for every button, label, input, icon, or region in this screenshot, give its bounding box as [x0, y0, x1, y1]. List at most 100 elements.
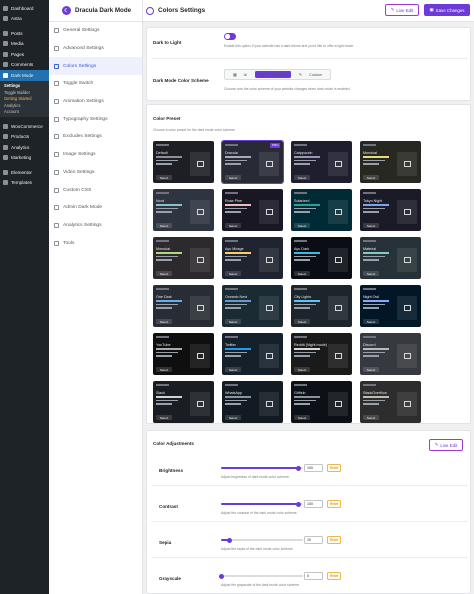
preset-select-button[interactable]: Select	[225, 415, 241, 420]
plugin-nav-animation-settings[interactable]: Animation Settings	[49, 93, 142, 111]
preset-card[interactable]: Night Owl Select	[360, 285, 421, 327]
plugin-nav-image-settings[interactable]: Image Settings	[49, 146, 142, 164]
adjustment-value-input[interactable]: 100	[304, 464, 323, 472]
plugin-nav-colors-settings[interactable]: Colors Settings	[49, 57, 142, 76]
preset-select-button[interactable]: Select	[363, 319, 379, 324]
wp-menu-analytics[interactable]: Analytics	[0, 142, 49, 153]
preset-card[interactable]: City Lights Select	[291, 285, 352, 327]
reset-button[interactable]: Reset	[327, 464, 341, 472]
adjustment-slider[interactable]	[218, 573, 303, 579]
wp-menu-pages[interactable]: Pages	[0, 49, 49, 60]
preset-card[interactable]: Reddit (Night mode) Select	[291, 333, 352, 375]
preset-card[interactable]: Dracula Select PRO	[221, 140, 284, 184]
slider-handle[interactable]	[226, 537, 232, 543]
plugin-nav-tools[interactable]: Tools	[49, 234, 142, 252]
plugin-nav-video-settings[interactable]: Video Settings	[49, 164, 142, 182]
wp-menu-posts[interactable]: Posts	[0, 28, 49, 39]
preset-select-button[interactable]: Select	[225, 223, 241, 228]
wp-menu-marketing[interactable]: Marketing	[0, 153, 49, 164]
preset-select-button[interactable]: Select	[294, 415, 310, 420]
preset-select-button[interactable]: Select	[156, 175, 172, 180]
preset-select-button[interactable]: Select	[156, 367, 172, 372]
preset-select-button[interactable]: Select	[225, 175, 241, 180]
wp-menu-templates[interactable]: Templates	[0, 178, 49, 189]
wp-submenu-account[interactable]: Account	[0, 109, 49, 116]
preset-select-button[interactable]: Select	[225, 367, 241, 372]
preset-select-button[interactable]: Select	[156, 271, 172, 276]
preset-card[interactable]: Ayu Mirage Select	[222, 237, 283, 279]
plugin-nav-admin-dark-mode[interactable]: Admin Dark Mode	[49, 199, 142, 217]
wp-menu-media[interactable]: Media	[0, 39, 49, 50]
slider-handle[interactable]	[296, 465, 302, 471]
adjustment-slider[interactable]	[221, 465, 303, 471]
preset-card[interactable]: GitHub Select	[291, 381, 352, 423]
scheme-option-custom[interactable]: ✎ Custom	[293, 71, 328, 78]
preset-select-button[interactable]: Select	[363, 367, 379, 372]
wp-menu-astra[interactable]: Astra	[0, 14, 49, 25]
preset-select-button[interactable]: Select	[294, 319, 310, 324]
preset-select-button[interactable]: Select	[294, 175, 310, 180]
wp-menu-products[interactable]: Products	[0, 132, 49, 143]
wp-menu-dashboard[interactable]: Dashboard	[0, 3, 49, 14]
adjustment-slider[interactable]	[221, 537, 303, 543]
preset-select-button[interactable]: Select	[363, 271, 379, 276]
preset-select-button[interactable]: Select	[225, 319, 241, 324]
preset-select-button[interactable]: Select	[156, 319, 172, 324]
preset-card[interactable]: Oceanic Next Select	[222, 285, 283, 327]
plugin-nav-advanced-settings[interactable]: Advanced Settings	[49, 40, 142, 58]
wp-menu-elementor[interactable]: Elementor	[0, 167, 49, 178]
preset-select-button[interactable]: Select	[225, 271, 241, 276]
reset-button[interactable]: Reset	[327, 536, 341, 544]
preset-select-button[interactable]: Select	[294, 271, 310, 276]
scheme-option-ai[interactable]: ▦ AI	[227, 71, 253, 78]
preset-select-button[interactable]: Select	[363, 415, 379, 420]
preset-select-button[interactable]: Select	[294, 367, 310, 372]
color-adjustments-card: Color Adjustments ✎ Live Edit Brightness 1…	[146, 430, 471, 594]
preset-card[interactable]: Tokyo Night Select	[360, 189, 421, 231]
preset-card[interactable]: Material Select	[360, 237, 421, 279]
scheme-option-presets[interactable]: ▣ Presets	[255, 71, 291, 78]
preset-card[interactable]: Slack Select	[153, 381, 214, 423]
preset-card[interactable]: Nord Select	[153, 189, 214, 231]
wp-menu-comments[interactable]: Comments	[0, 60, 49, 71]
adjustment-value-input[interactable]: 0	[304, 572, 323, 580]
preset-card[interactable]: YouTube Select	[153, 333, 214, 375]
preset-select-button[interactable]: Select	[363, 175, 379, 180]
preset-card[interactable]: Solarized Select	[291, 189, 352, 231]
adjustment-slider[interactable]	[221, 501, 303, 507]
reset-button[interactable]: Reset	[327, 572, 341, 580]
slider-handle[interactable]	[218, 573, 224, 579]
preset-card[interactable]: StackOverflow Select	[360, 381, 421, 423]
preset-card[interactable]: Twitter Select	[222, 333, 283, 375]
preset-card[interactable]: Catppuccin Select	[291, 141, 352, 183]
preset-card[interactable]: Rose Pine Select	[222, 189, 283, 231]
save-changes-button[interactable]: ▣ Save Changes	[424, 4, 470, 16]
preset-select-button[interactable]: Select	[156, 415, 172, 420]
plugin-nav-toggle-switch[interactable]: Toggle Switch	[49, 75, 142, 93]
adjustment-value-input[interactable]: 100	[304, 500, 323, 508]
plugin-nav-analytics-settings[interactable]: Analytics Settings	[49, 217, 142, 235]
wp-menu-dark-mode[interactable]: Dark Mode	[0, 70, 49, 81]
adjustment-value-input[interactable]: 10	[304, 536, 323, 544]
plugin-nav-custom-css[interactable]: Custom CSS	[49, 181, 142, 199]
preset-card[interactable]: Monokai Select	[360, 141, 421, 183]
plugin-nav-general-settings[interactable]: General Settings	[49, 22, 142, 40]
adjustments-live-edit-button[interactable]: ✎ Live Edit	[429, 439, 463, 451]
dark-to-light-toggle[interactable]	[224, 33, 236, 40]
preset-card[interactable]: Ayu Dark Select	[291, 237, 352, 279]
preset-card[interactable]: WhatsApp Select	[222, 381, 283, 423]
preset-card[interactable]: One Dark Select	[153, 285, 214, 327]
preset-card[interactable]: Monokai Select	[153, 237, 214, 279]
preset-preview-header	[156, 336, 169, 338]
plugin-nav-excludes-settings[interactable]: Excludes Settings	[49, 128, 142, 146]
preset-select-button[interactable]: Select	[294, 223, 310, 228]
preset-card[interactable]: Default Select	[153, 141, 214, 183]
reset-button[interactable]: Reset	[327, 500, 341, 508]
preset-select-button[interactable]: Select	[156, 223, 172, 228]
live-edit-button[interactable]: ✎ Live Edit	[385, 4, 419, 16]
preset-select-button[interactable]: Select	[363, 223, 379, 228]
wp-menu-woocommerce[interactable]: WooCommerce	[0, 121, 49, 132]
plugin-nav-typography-settings[interactable]: Typography Settings	[49, 110, 142, 128]
preset-card[interactable]: Discord Select	[360, 333, 421, 375]
slider-handle[interactable]	[296, 501, 302, 507]
